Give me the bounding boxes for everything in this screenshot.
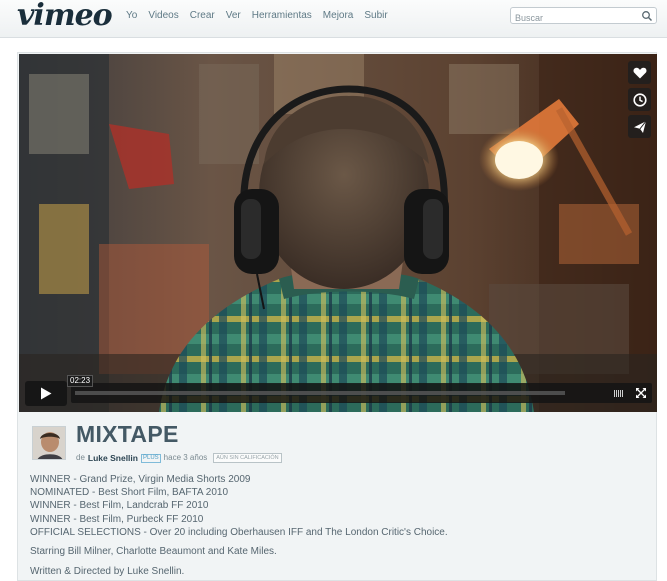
clock-icon (632, 92, 647, 107)
share-button[interactable] (628, 115, 651, 138)
video-byline: de Luke Snellin PLUS hace 3 años AÚN SIN… (76, 453, 282, 463)
video-description: WINNER - Grand Prize, Virgin Media Short… (30, 473, 650, 578)
award-line: OFFICIAL SELECTIONS - Over 20 including … (30, 526, 448, 538)
plus-badge[interactable]: PLUS (140, 453, 161, 463)
vimeo-logo[interactable]: vimeo (17, 1, 113, 31)
posted-time: hace 3 años (163, 453, 208, 462)
credits-line: Written & Directed by Luke Snellin. (30, 566, 185, 578)
elapsed-time-badge: 02:23 (67, 375, 94, 387)
nav-item-herramientas[interactable]: Herramientas (252, 10, 312, 22)
volume-control[interactable] (614, 389, 623, 397)
award-line: WINNER - Grand Prize, Virgin Media Short… (30, 474, 251, 485)
video-title: MIXTAPE (76, 421, 179, 447)
rating-badge: AÚN SIN CALIFICACIÓN (213, 453, 282, 463)
video-player[interactable]: 02:23 (19, 54, 657, 412)
fullscreen-icon[interactable] (634, 386, 648, 400)
player-side-buttons (628, 61, 651, 138)
nav-item-yo[interactable]: Yo (126, 10, 137, 22)
author-link[interactable]: Luke Snellin (88, 453, 138, 463)
top-navigation-bar: vimeo Yo Videos Crear Ver Herramientas M… (0, 0, 667, 38)
author-avatar[interactable] (32, 426, 66, 460)
video-panel: 02:23 MIXTAPE de Luke Snellin PLUS hace … (17, 52, 657, 581)
award-line: NOMINATED - Best Short Film, BAFTA 2010 (30, 487, 229, 499)
progress-bar[interactable] (75, 391, 565, 395)
play-icon (41, 387, 52, 400)
player-control-bar (71, 383, 652, 403)
search-input[interactable] (511, 10, 639, 26)
main-nav: Yo Videos Crear Ver Herramientas Mejora … (126, 10, 399, 22)
video-frame-image (19, 54, 657, 412)
search-box (510, 7, 657, 26)
player-controls: 02:23 (25, 375, 652, 406)
nav-item-videos[interactable]: Videos (148, 10, 178, 22)
nav-item-mejora[interactable]: Mejora (323, 10, 354, 22)
search-icon[interactable] (641, 10, 653, 22)
nav-item-ver[interactable]: Ver (226, 10, 241, 22)
starring-line: Starring Bill Milner, Charlotte Beaumont… (30, 546, 277, 558)
by-prefix: de (76, 453, 85, 462)
avatar-image (33, 427, 65, 459)
like-button[interactable] (628, 61, 651, 84)
award-line: WINNER - Best Film, Purbeck FF 2010 (30, 513, 204, 525)
send-icon (633, 120, 646, 133)
heart-icon (633, 67, 646, 78)
nav-item-crear[interactable]: Crear (190, 10, 215, 22)
nav-item-subir[interactable]: Subir (364, 10, 387, 22)
play-button[interactable] (25, 381, 67, 406)
award-line: WINNER - Best Film, Landcrab FF 2010 (30, 500, 209, 512)
watch-later-button[interactable] (628, 88, 651, 111)
